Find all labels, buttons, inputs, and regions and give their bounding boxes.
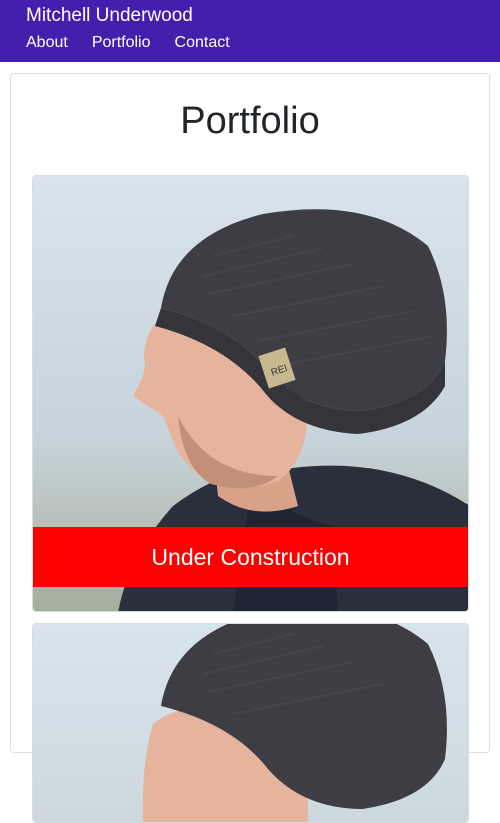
portrait-photo xyxy=(33,624,468,822)
portfolio-card[interactable] xyxy=(32,623,469,823)
content-container: Portfolio REI Under Construction xyxy=(10,73,490,823)
brand-link[interactable]: Mitchell Underwood xyxy=(26,5,474,27)
nav-link-portfolio[interactable]: Portfolio xyxy=(92,31,151,55)
under-construction-banner: Under Construction xyxy=(33,527,468,587)
nav-link-about[interactable]: About xyxy=(26,31,68,55)
navbar: Mitchell Underwood About Portfolio Conta… xyxy=(0,0,500,62)
nav-links: About Portfolio Contact xyxy=(26,31,474,55)
page-title: Portfolio xyxy=(180,100,320,142)
nav-link-contact[interactable]: Contact xyxy=(175,31,230,55)
portfolio-card[interactable]: REI Under Construction xyxy=(32,175,469,612)
